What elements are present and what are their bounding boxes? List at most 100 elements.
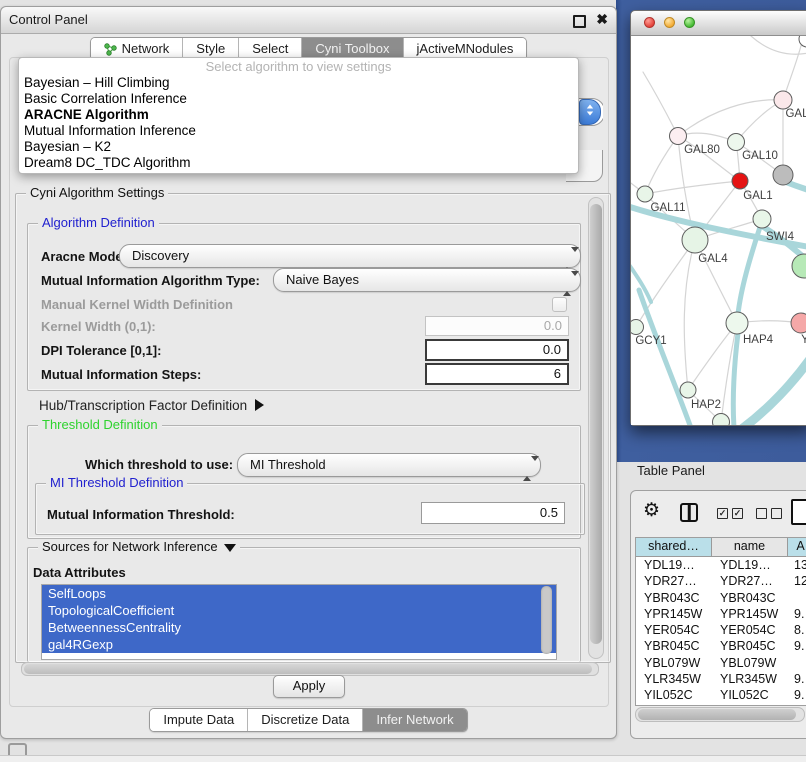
network-node-corner-top[interactable] [799,36,806,47]
algorithm-option-bayesian-hill-climbing[interactable]: Bayesian – Hill Climbing [19,75,578,91]
network-node-hap2[interactable] [680,382,696,398]
data-attribute-betweennesscentrality[interactable]: BetweennessCentrality [42,619,556,636]
table-horizontal-scrollbar[interactable] [635,707,805,722]
table-cell[interactable]: 9. [788,671,806,687]
close-traffic-light[interactable] [644,17,655,28]
network-node-gal80[interactable] [670,128,687,145]
algorithm-option-mutual-information-inference[interactable]: Mutual Information Inference [19,123,578,139]
table-row[interactable]: YLR345WYLR345W9. [636,671,806,687]
table-cell[interactable]: 9. [788,687,806,703]
settings-vscroll-thumb[interactable] [590,204,602,644]
table-cell[interactable]: YDR27… [636,573,712,589]
network-node-salmon-right[interactable] [791,313,806,333]
column-header-shared[interactable]: shared… [636,538,712,556]
table-cell[interactable]: 12 [788,573,806,589]
manual-kernel-checkbox[interactable] [552,297,567,312]
network-node-bottom-node[interactable] [713,414,730,426]
network-node-gal1[interactable] [732,173,748,189]
table-cell[interactable]: YER054C [636,622,712,638]
table-cell[interactable]: YDL19… [712,557,788,573]
column-header-name[interactable]: name [712,538,788,556]
data-attributes-list[interactable]: SelfLoopsTopologicalCoefficientBetweenne… [41,584,557,660]
table-row[interactable]: YBR043CYBR043C [636,590,806,606]
table-cell[interactable]: 8. [788,622,806,638]
table-cell[interactable]: YBL079W [712,655,788,671]
kernel-width-field[interactable]: 0.0 [425,316,569,336]
column-header-a[interactable]: A [788,538,806,556]
algorithm-option-aracne-algorithm[interactable]: ARACNE Algorithm [19,107,578,123]
table-hscroll-thumb[interactable] [638,709,796,720]
table-cell[interactable] [788,655,806,671]
tab-impute-data[interactable]: Impute Data [150,709,248,731]
network-node-hap4[interactable] [726,312,748,334]
mi-threshold-field[interactable]: 0.5 [421,502,565,524]
table-cell[interactable]: YBR043C [636,590,712,606]
table-cell[interactable]: YBR045C [636,638,712,654]
hub-factor-expander[interactable]: Hub/Transcription Factor Definition [39,398,264,413]
table-cell[interactable]: YBR043C [712,590,788,606]
checked-columns-icon[interactable]: ✓✓ [717,508,743,519]
algorithm-option-dream8-dc-tdc-algorithm[interactable]: Dream8 DC_TDC Algorithm [19,155,578,171]
table-cell[interactable]: YBL079W [636,655,712,671]
network-node-swi4[interactable] [753,210,771,228]
table-cell[interactable]: YBR045C [712,638,788,654]
control-panel-titlebar[interactable]: Control Panel ✖ [1,7,616,34]
split-view-icon[interactable] [680,503,698,522]
network-window-titlebar[interactable] [631,11,806,36]
network-node-hub-gray[interactable] [773,165,793,185]
float-window-icon[interactable] [573,15,586,28]
table-row[interactable]: YBL079WYBL079W [636,655,806,671]
table-row[interactable]: YDR27…YDR27…12 [636,573,806,589]
mi-steps-field[interactable]: 6 [425,363,569,385]
settings-hscroll-thumb[interactable] [24,664,592,674]
tab-infer-network[interactable]: Infer Network [363,709,466,731]
apply-button[interactable]: Apply [273,675,345,698]
sources-group-title[interactable]: Sources for Network Inference [38,539,240,554]
table-cell[interactable] [788,590,806,606]
table-row[interactable]: YPR145WYPR145W9. [636,606,806,622]
settings-horizontal-scrollbar[interactable] [21,662,599,676]
network-node-gal10[interactable] [728,134,745,151]
network-node-green-right[interactable] [792,254,806,278]
table-cell[interactable]: YLR345W [712,671,788,687]
network-node-gal11[interactable] [637,186,653,202]
table-row[interactable]: YBR045CYBR045C9. [636,638,806,654]
gear-icon[interactable]: ⚙ [643,500,660,522]
table-cell[interactable]: YDR27… [712,573,788,589]
network-canvas[interactable]: GAL80GAL10GAL1GAL11SWI4GAL4GALGCY1HAP4YH… [631,36,806,425]
table-cell[interactable]: YPR145W [636,606,712,622]
table-cell[interactable]: YIL052C [712,687,788,703]
dpi-tolerance-field[interactable]: 0.0 [425,339,569,361]
data-attribute-topologicalcoefficient[interactable]: TopologicalCoefficient [42,602,556,619]
zoom-traffic-light[interactable] [684,17,695,28]
close-icon[interactable]: ✖ [596,11,608,28]
new-column-icon[interactable] [791,499,806,525]
data-attribute-selfloops[interactable]: SelfLoops [42,585,556,602]
table-cell[interactable]: YPR145W [712,606,788,622]
table-row[interactable]: YIL052CYIL052C9. [636,687,806,703]
algorithm-option-bayesian-k2[interactable]: Bayesian – K2 [19,139,578,155]
table-cell[interactable]: YDL19… [636,557,712,573]
network-node-gcy1[interactable] [631,320,644,335]
table-cell[interactable]: 13 [788,557,806,573]
table-cell[interactable]: 9. [788,638,806,654]
inference-algorithm-combo-partial[interactable] [577,98,603,126]
table-cell[interactable]: YLR345W [636,671,712,687]
table-row[interactable]: YER054CYER054C8. [636,622,806,638]
tab-discretize-data[interactable]: Discretize Data [248,709,363,731]
data-attribute-gal4rgexp[interactable]: gal4RGexp [42,636,556,653]
unchecked-columns-icon[interactable] [756,508,782,519]
which-threshold-combo[interactable]: MI Threshold [237,453,541,477]
mi-type-combo[interactable]: Naive Bayes [273,268,581,292]
network-node-pink-top[interactable] [774,91,792,109]
table-row[interactable]: YDL19…YDL19…13 [636,557,806,573]
network-node-gal4[interactable] [682,227,708,253]
table-cell[interactable]: YER054C [712,622,788,638]
settings-vertical-scrollbar[interactable] [588,197,604,659]
table-cell[interactable]: 9. [788,606,806,622]
algorithm-option-basic-correlation-inference[interactable]: Basic Correlation Inference [19,91,578,107]
aracne-mode-combo[interactable]: Discovery [119,244,581,268]
table-cell[interactable]: YIL052C [636,687,712,703]
minimize-traffic-light[interactable] [664,17,675,28]
attribute-list-scrollbar[interactable] [541,586,552,654]
